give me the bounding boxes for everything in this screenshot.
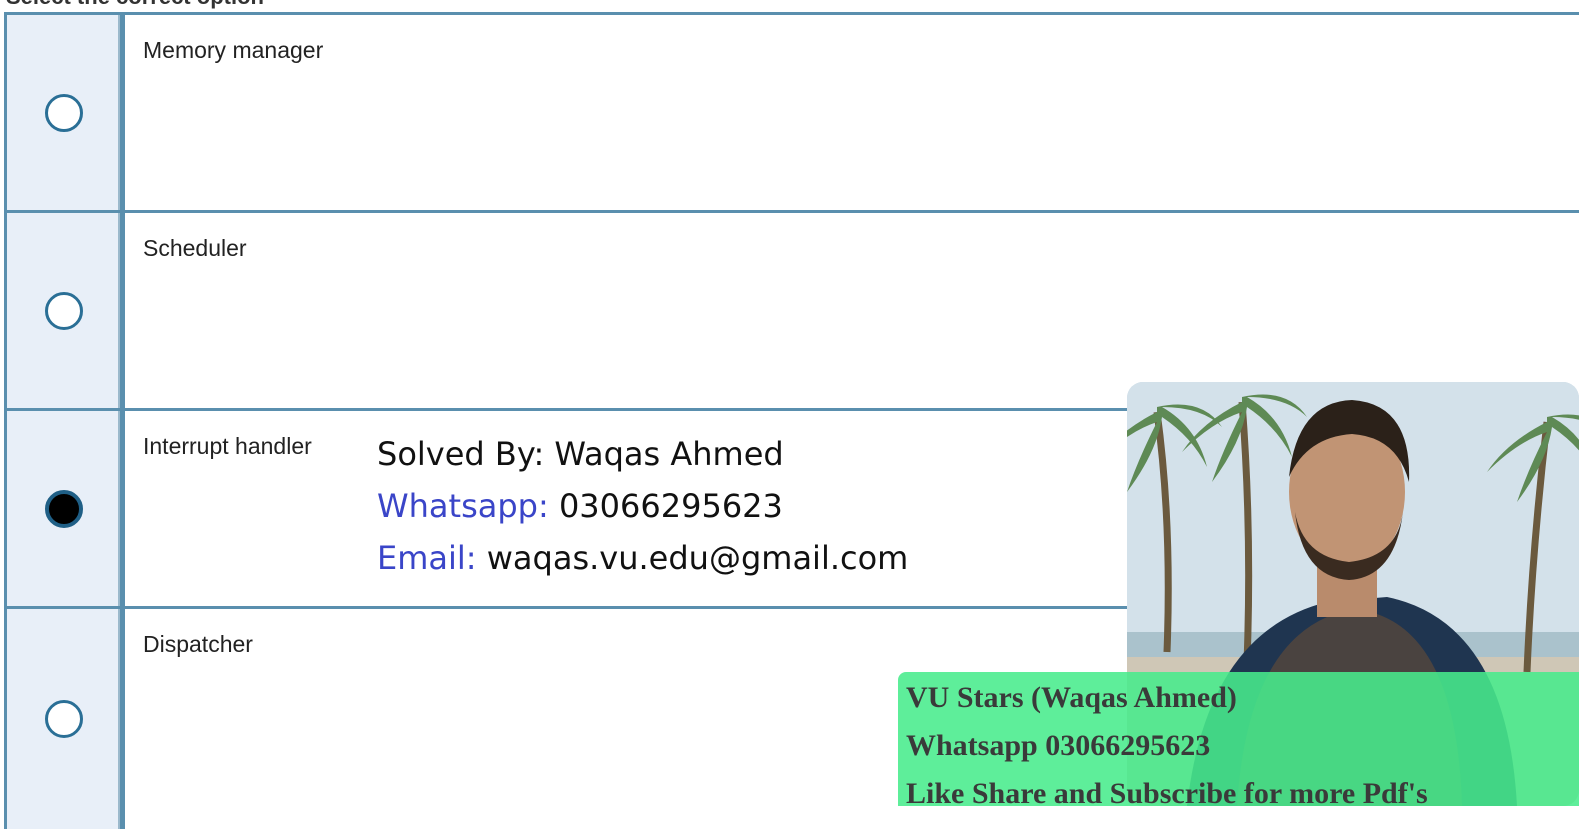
promo-line-subscribe: Like Share and Subscribe for more Pdf's	[906, 777, 1428, 810]
option-label: Dispatcher	[143, 631, 253, 657]
solved-by-text: Solved By: Waqas Ahmed	[377, 435, 784, 473]
radio-button-selected[interactable]	[44, 489, 83, 528]
option-label: Interrupt handler	[143, 433, 312, 459]
email-line: Email: waqas.vu.edu@gmail.com	[377, 532, 908, 584]
whatsapp-key: Whatsapp:	[377, 487, 549, 525]
solver-info: Solved By: Waqas Ahmed Whatsapp: 0306629…	[377, 428, 908, 584]
whatsapp-value: 03066295623	[548, 487, 783, 525]
radio-button[interactable]	[44, 93, 83, 132]
radio-cell[interactable]	[4, 213, 123, 408]
radio-cell[interactable]	[4, 15, 123, 210]
promo-line-channel: VU Stars (Waqas Ahmed)	[906, 681, 1237, 714]
question-header: Select the correct option	[0, 0, 1579, 12]
option-label: Memory manager	[143, 37, 324, 63]
option-row: Memory manager	[4, 15, 1579, 213]
radio-button[interactable]	[44, 291, 83, 330]
option-text-cell: Memory manager	[123, 15, 1579, 210]
promo-banner: VU Stars (Waqas Ahmed) Whatsapp 03066295…	[898, 672, 1579, 810]
option-label: Scheduler	[143, 235, 247, 261]
radio-button[interactable]	[44, 700, 83, 738]
radio-cell[interactable]	[4, 411, 123, 606]
radio-cell[interactable]	[4, 609, 123, 829]
email-value: waqas.vu.edu@gmail.com	[476, 539, 909, 577]
option-text-cell: Scheduler	[123, 213, 1579, 408]
promo-line-whatsapp: Whatsapp 03066295623	[906, 729, 1211, 762]
question-instruction: Select the correct option	[6, 0, 264, 10]
email-key: Email:	[377, 539, 477, 577]
whatsapp-line: Whatsapp: 03066295623	[377, 480, 908, 532]
